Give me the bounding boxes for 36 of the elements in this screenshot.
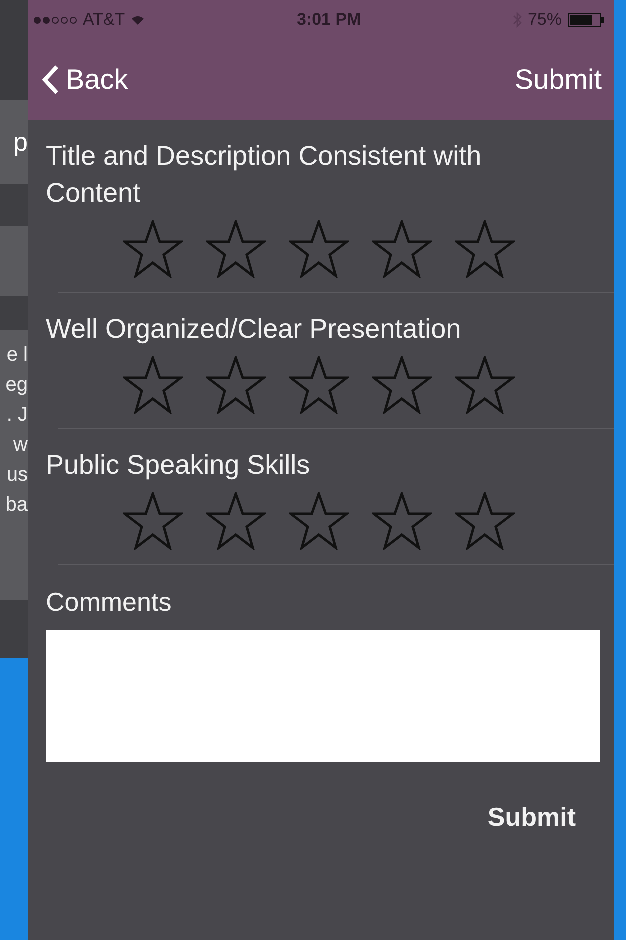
rating-label: Public Speaking Skills (46, 449, 312, 482)
background-text: . J (6, 403, 28, 428)
star-icon[interactable] (289, 356, 349, 414)
comments-field[interactable] (46, 630, 600, 762)
star-icon[interactable] (123, 220, 183, 278)
wifi-icon (131, 14, 146, 26)
submit-button[interactable]: Submit (488, 802, 576, 833)
star-icon[interactable] (455, 356, 515, 414)
carrier-name: AT&T (83, 10, 126, 30)
star-icon[interactable] (372, 220, 432, 278)
star-icon[interactable] (289, 220, 349, 278)
status-time: 3:01 PM (296, 10, 362, 30)
signal-icon (34, 16, 77, 24)
submit-button[interactable]: Submit (514, 64, 602, 96)
star-icon[interactable] (123, 492, 183, 550)
star-icon[interactable] (455, 220, 515, 278)
comments-label: Comments (45, 586, 173, 619)
back-button[interactable]: Back (42, 64, 128, 96)
star-icon[interactable] (206, 356, 266, 414)
rating-label: Well Organized/Clear Presentation (46, 313, 462, 346)
background-text: e l (6, 343, 28, 368)
chevron-left-icon (42, 65, 60, 95)
background-text: w (14, 433, 28, 458)
background-text: ba (6, 493, 28, 518)
star-icon[interactable] (289, 492, 349, 550)
background-text: us (6, 463, 28, 488)
star-icon[interactable] (123, 356, 183, 414)
battery-percent: 75% (528, 10, 562, 30)
rating-label: Title and Description Consistent with Content (46, 140, 483, 210)
star-icon[interactable] (372, 356, 432, 414)
background-text: eg (6, 373, 28, 398)
star-icon[interactable] (206, 492, 266, 550)
star-icon[interactable] (206, 220, 266, 278)
star-icon[interactable] (455, 492, 515, 550)
star-icon[interactable] (372, 492, 432, 550)
battery-icon (568, 13, 604, 27)
